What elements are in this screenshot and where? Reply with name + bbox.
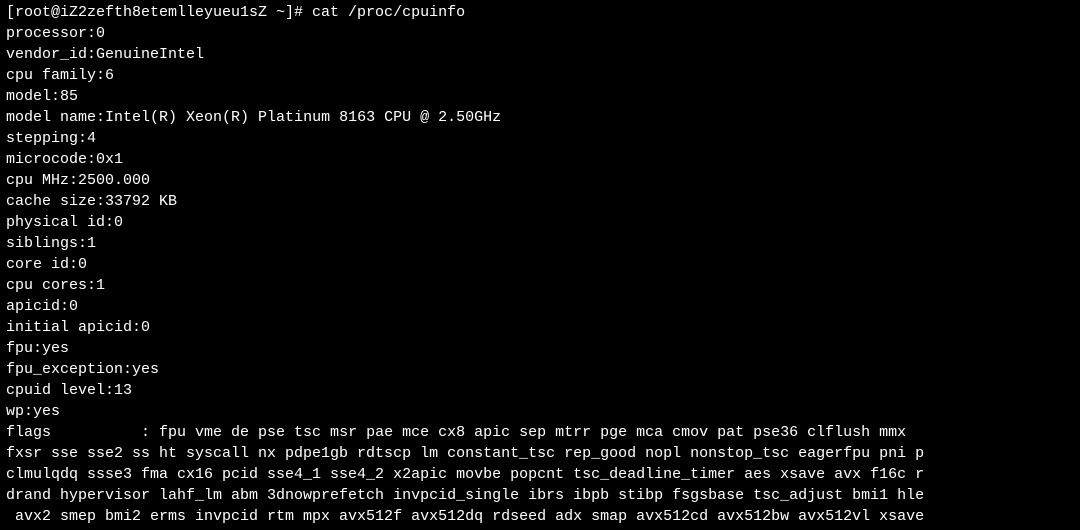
colon-separator: : [96,65,105,86]
cpuinfo-key: cpuid level [6,380,105,401]
cpuinfo-row: wp : yes [6,401,1074,422]
cpuinfo-row: fpu : yes [6,338,1074,359]
colon-separator: : [78,128,87,149]
colon-separator: : [51,86,60,107]
cpuinfo-value: yes [132,359,159,380]
cpuinfo-key: cpu family [6,65,96,86]
colon-separator: : [78,233,87,254]
colon-separator: : [123,359,132,380]
colon-separator: : [87,275,96,296]
cpuinfo-value: 0 [141,317,150,338]
cpuinfo-value: yes [42,338,69,359]
cpuinfo-row: model : 85 [6,86,1074,107]
cpuinfo-value: 0 [96,23,105,44]
cpuinfo-key: stepping [6,128,78,149]
cpuinfo-row: microcode : 0x1 [6,149,1074,170]
flags-line: drand hypervisor lahf_lm abm 3dnowprefet… [6,485,1074,506]
cpuinfo-value: 0x1 [96,149,123,170]
cpuinfo-value: 4 [87,128,96,149]
cpuinfo-value: yes [33,401,60,422]
cpuinfo-key: core id [6,254,69,275]
cpuinfo-key: physical id [6,212,105,233]
cpuinfo-row: cpu family : 6 [6,65,1074,86]
flags-line: avx2 smep bmi2 erms invpcid rtm mpx avx5… [6,506,1074,527]
cpuinfo-row: initial apicid : 0 [6,317,1074,338]
colon-separator: : [33,338,42,359]
cpuinfo-row: model name : Intel(R) Xeon(R) Platinum 8… [6,107,1074,128]
cpuinfo-value: GenuineIntel [96,44,204,65]
colon-separator: : [69,170,78,191]
cpuinfo-value: 6 [105,65,114,86]
colon-separator: : [96,107,105,128]
cpuinfo-key: wp [6,401,24,422]
cpuinfo-row: vendor_id : GenuineIntel [6,44,1074,65]
colon-separator: : [87,149,96,170]
cpuinfo-value: 33792 KB [105,191,177,212]
cpuinfo-value: 0 [69,296,78,317]
cpuinfo-row: physical id : 0 [6,212,1074,233]
cpuinfo-key: apicid [6,296,60,317]
flags-line: fxsr sse sse2 ss ht syscall nx pdpe1gb r… [6,443,1074,464]
colon-separator: : [87,23,96,44]
cpuinfo-key: model [6,86,51,107]
cpuinfo-output: processor : 0vendor_id : GenuineIntelcpu… [6,23,1074,527]
cpuinfo-value: 0 [114,212,123,233]
cpuinfo-value: Intel(R) Xeon(R) Platinum 8163 CPU @ 2.5… [105,107,501,128]
cpuinfo-value: 13 [114,380,132,401]
cpuinfo-value: : fpu vme de pse tsc msr pae mce cx8 api… [141,424,915,441]
cpuinfo-row: cpu cores : 1 [6,275,1074,296]
cpuinfo-key: fpu_exception [6,359,123,380]
flags-line: flags : fpu vme de pse tsc msr pae mce c… [6,422,1074,443]
prompt-text: [root@iZ2zefth8etemlleyueu1sZ ~]# cat /p… [6,4,465,21]
cpuinfo-key: model name [6,107,96,128]
cpuinfo-row: processor : 0 [6,23,1074,44]
colon-separator: : [69,254,78,275]
cpuinfo-key: fpu [6,338,33,359]
cpuinfo-row: cpuid level : 13 [6,380,1074,401]
colon-separator: : [132,317,141,338]
cpuinfo-row: cache size : 33792 KB [6,191,1074,212]
cpuinfo-row: apicid : 0 [6,296,1074,317]
colon-separator: : [87,44,96,65]
colon-separator: : [24,401,33,422]
cpuinfo-row: core id : 0 [6,254,1074,275]
cpuinfo-value: 0 [78,254,87,275]
cpuinfo-row: cpu MHz : 2500.000 [6,170,1074,191]
cpuinfo-value: 1 [87,233,96,254]
cpuinfo-key: processor [6,23,87,44]
cpuinfo-value: 1 [96,275,105,296]
shell-prompt[interactable]: [root@iZ2zefth8etemlleyueu1sZ ~]# cat /p… [6,2,1074,23]
cpuinfo-key: microcode [6,149,87,170]
colon-separator: : [105,380,114,401]
cpuinfo-key: vendor_id [6,44,87,65]
cpuinfo-key: cpu MHz [6,170,69,191]
colon-separator: : [105,212,114,233]
colon-separator: : [60,296,69,317]
cpuinfo-flags: flags : fpu vme de pse tsc msr pae mce c… [6,422,1074,527]
cpuinfo-key: initial apicid [6,317,132,338]
cpuinfo-key: cpu cores [6,275,87,296]
cpuinfo-key: flags [6,424,141,441]
flags-line: clmulqdq ssse3 fma cx16 pcid sse4_1 sse4… [6,464,1074,485]
cpuinfo-row: stepping : 4 [6,128,1074,149]
cpuinfo-value: 2500.000 [78,170,150,191]
cpuinfo-row: fpu_exception : yes [6,359,1074,380]
cpuinfo-key: siblings [6,233,78,254]
cpuinfo-key: cache size [6,191,96,212]
cpuinfo-row: siblings : 1 [6,233,1074,254]
cpuinfo-value: 85 [60,86,78,107]
colon-separator: : [96,191,105,212]
